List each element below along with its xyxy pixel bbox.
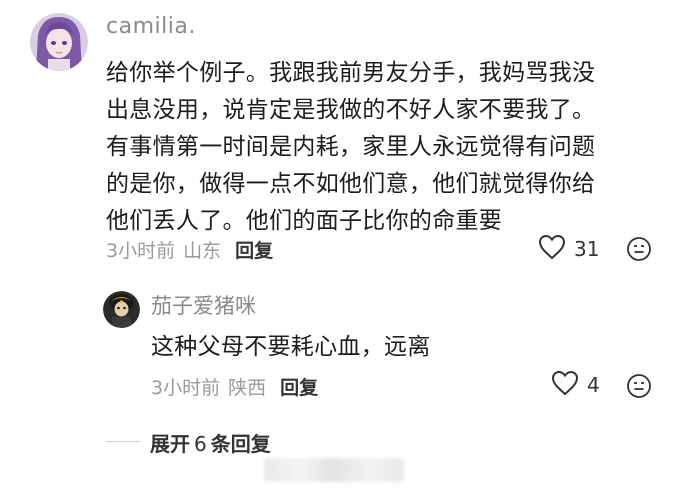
expand-replies-button[interactable]: 展开 6 条回复 [150,428,271,457]
heart-outline-icon [538,234,566,264]
reply-location: 陕西 [228,377,267,399]
blurred-watermark [264,458,404,482]
expand-prefix: 展开 [150,432,190,456]
reply-avatar[interactable] [103,291,140,328]
like-count: 31 [574,237,600,261]
smiley-face-icon[interactable] [626,373,652,403]
reply-meta: 3小时前 陕西 回复 [151,373,318,400]
comment-meta: 3小时前 山东 回复 [106,236,273,263]
reply-username[interactable]: 茄子爱猪咪 [151,290,256,320]
reply-button[interactable]: 回复 [235,240,273,262]
avatar[interactable] [30,13,88,71]
comment-time: 3小时前 [106,240,176,262]
like-button[interactable]: 31 [538,234,599,264]
reply-time: 3小时前 [151,377,221,399]
expand-suffix: 条回复 [210,432,271,456]
reply-reply-button[interactable]: 回复 [280,377,318,399]
comment-location: 山东 [183,240,222,262]
reply-like-count: 4 [587,373,600,397]
reply-text: 这种父母不要耗心血，远离 [151,334,431,360]
heart-outline-icon [551,370,579,400]
comment-text: 给你举个例子。我跟我前男友分手，我妈骂我没 出息没用，说肯定是我做的不好人家不要… [106,60,596,234]
expand-count: 6 [194,432,207,456]
reply-like-button[interactable]: 4 [551,370,600,400]
comment-username[interactable]: camilia. [106,14,196,39]
smiley-face-icon[interactable] [626,236,652,266]
expand-divider [106,441,140,442]
